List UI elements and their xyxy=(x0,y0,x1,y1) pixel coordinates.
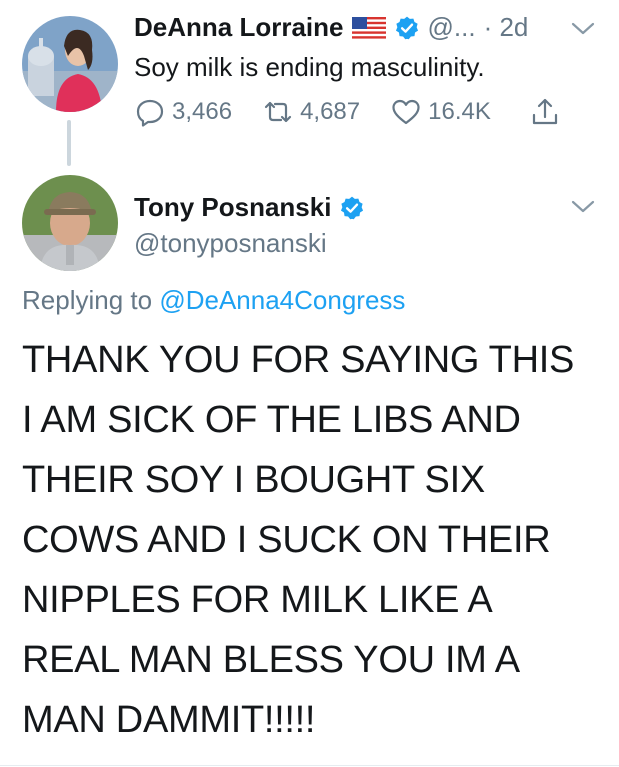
reply-icon xyxy=(136,99,164,127)
us-flag-icon xyxy=(351,16,386,39)
tweet2-text-line: THEIR SOY I BOUGHT SIX xyxy=(22,459,485,501)
replying-to-mention[interactable]: @DeAnna4Congress xyxy=(159,285,405,315)
tweet2-text: THANK YOU FOR SAYING THIS I AM SICK OF T… xyxy=(22,330,612,750)
divider xyxy=(0,765,619,766)
replying-to-line: Replying to @DeAnna4Congress xyxy=(22,285,405,316)
tweet2-text-line: I AM SICK OF THE LIBS AND xyxy=(22,399,521,441)
tony-avatar[interactable] xyxy=(22,175,118,271)
chevron-down-icon[interactable] xyxy=(570,20,596,38)
verified-badge-icon xyxy=(395,16,418,39)
like-icon xyxy=(392,99,420,125)
tweet2-text-line: COWS AND I SUCK ON THEIR xyxy=(22,519,551,561)
verified-badge-icon xyxy=(341,196,364,219)
reply-button[interactable]: 3,466 xyxy=(134,96,232,128)
tweet2-header: Tony Posnanski xyxy=(134,192,365,223)
retweet-icon xyxy=(264,101,292,123)
tweet2-text-line: THANK YOU FOR SAYING THIS xyxy=(22,339,575,381)
tweet1-header: DeAnna Lorraine @... · 2d xyxy=(134,12,528,43)
replying-prefix: Replying to xyxy=(22,285,153,315)
tweet2-text-line: REAL MAN BLESS YOU IM A xyxy=(22,639,520,681)
chevron-down-icon[interactable] xyxy=(570,198,596,216)
deanna-avatar[interactable] xyxy=(22,16,118,112)
tweet2-text-line: MAN DAMMIT!!!!! xyxy=(22,699,316,741)
tweet1-handle[interactable]: @... xyxy=(428,12,476,43)
tweet1-action-bar: 3,466 4,687 16.4K xyxy=(134,96,591,128)
like-count: 16.4K xyxy=(428,98,491,125)
retweet-button[interactable]: 4,687 xyxy=(262,96,360,128)
like-button[interactable]: 16.4K xyxy=(390,96,491,128)
reply-count: 3,466 xyxy=(172,98,233,125)
tweet2-author-name[interactable]: Tony Posnanski xyxy=(134,192,331,223)
tweet2-handle[interactable]: @tonyposnanski xyxy=(134,228,327,259)
tweet2-text-line: NIPPLES FOR MILK LIKE A xyxy=(22,579,493,621)
tweet1-time[interactable]: · 2d xyxy=(484,12,529,43)
share-button[interactable] xyxy=(529,96,561,128)
tweet1-text: Soy milk is ending masculinity. xyxy=(134,52,485,82)
retweet-count: 4,687 xyxy=(300,98,361,125)
tweet1-author-name[interactable]: DeAnna Lorraine xyxy=(134,12,344,43)
thread-connector-line xyxy=(67,120,71,166)
share-icon xyxy=(532,98,557,125)
